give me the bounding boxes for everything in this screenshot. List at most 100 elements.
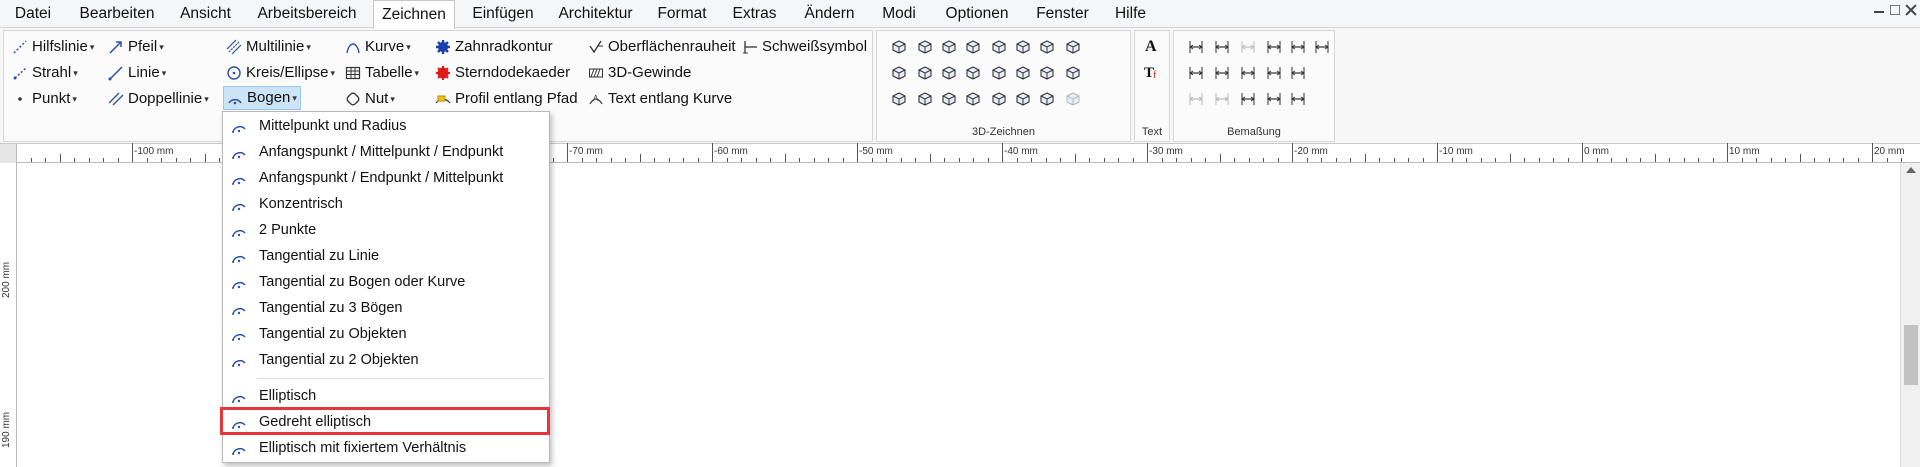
scroll-thumb[interactable] (1904, 325, 1918, 385)
plane-icon[interactable] (989, 63, 1009, 83)
extrude-icon[interactable] (889, 37, 909, 57)
ruler-minor-tick (204, 154, 206, 162)
ruler-minor-tick (755, 158, 757, 162)
punkt-button[interactable]: Punkt ▾ (12, 88, 77, 110)
cone-icon[interactable] (1013, 37, 1033, 57)
nut-button[interactable]: Nut ▾ (345, 88, 395, 110)
menu-item-arc-rotated-elliptical[interactable]: Gedreht elliptisch (223, 410, 549, 436)
ruler-major-tick (712, 143, 713, 162)
menu-extras[interactable]: Extras (727, 0, 782, 28)
oberflaeche-button[interactable]: Oberflächenrauheit (588, 36, 736, 58)
dim-chain-icon[interactable] (1238, 63, 1258, 83)
menu-architektur[interactable]: Architektur (553, 0, 638, 28)
sphere-icon[interactable] (1063, 63, 1083, 83)
dim-baseline-icon[interactable] (1212, 63, 1232, 83)
loft-icon[interactable] (1013, 89, 1033, 109)
zahnrad-button[interactable]: Zahnradkontur (435, 36, 553, 58)
menu-aendern[interactable]: Ändern (797, 0, 862, 28)
linie-button[interactable]: Linie ▾ (108, 62, 166, 84)
cube-icon[interactable] (889, 89, 909, 109)
torus-icon[interactable] (963, 63, 983, 83)
doppellinie-button[interactable]: Doppellinie ▾ (108, 88, 209, 110)
spring-icon[interactable] (939, 63, 959, 83)
dim-diameter-icon[interactable] (1264, 63, 1284, 83)
pfeil-button[interactable]: Pfeil ▾ (108, 36, 164, 58)
dim-disabled-icon[interactable] (1238, 37, 1258, 57)
sterndodekaeder-button[interactable]: Sterndodekaeder (435, 62, 570, 84)
menu-item-arc-tangent-objects[interactable]: Tangential zu Objekten (223, 322, 549, 348)
text-icon[interactable]: A (1142, 35, 1162, 55)
box-icon[interactable] (939, 37, 959, 57)
minimize-icon[interactable] (1872, 3, 1886, 17)
scroll-up-icon[interactable] (1906, 167, 1916, 173)
menu-item-arc-concentric[interactable]: Konzentrisch (223, 192, 549, 218)
pyramid-icon[interactable] (1037, 63, 1057, 83)
disabled-3d-icon[interactable] (1063, 89, 1083, 109)
menu-item-arc-start-end-center[interactable]: Anfangspunkt / Endpunkt / Mittelpunkt (223, 166, 549, 192)
kurve-button[interactable]: Kurve ▾ (345, 36, 411, 58)
menu-modi[interactable]: Modi (875, 0, 923, 28)
multilinie-button[interactable]: Multilinie ▾ (226, 36, 311, 58)
ruler-corner[interactable] (0, 144, 17, 163)
close-icon[interactable] (1904, 3, 1918, 17)
dim-edit-icon[interactable] (1288, 89, 1308, 109)
ellipsoid-icon[interactable] (915, 63, 935, 83)
tabelle-button[interactable]: Tabelle ▾ (345, 62, 419, 84)
sweep-icon[interactable] (889, 63, 909, 83)
menu-item-arc-start-center-end[interactable]: Anfangspunkt / Mittelpunkt / Endpunkt (223, 140, 549, 166)
strahl-button[interactable]: Strahl ▾ (12, 62, 78, 84)
menu-item-arc-center-radius[interactable]: Mittelpunkt und Radius (223, 114, 549, 140)
wedge-icon[interactable] (963, 37, 983, 57)
menu-bearbeiten[interactable]: Bearbeiten (72, 0, 162, 28)
menu-einfuegen[interactable]: Einfügen (468, 0, 538, 28)
gewinde-button[interactable]: 3D-Gewinde (588, 62, 691, 84)
ruler-minor-tick (1596, 158, 1598, 162)
mesh-icon[interactable] (1037, 89, 1057, 109)
menu-fenster[interactable]: Fenster (1030, 0, 1095, 28)
surface-icon[interactable] (1013, 63, 1033, 83)
menu-ansicht[interactable]: Ansicht (173, 0, 238, 28)
dim-break-icon[interactable] (1264, 89, 1284, 109)
revolve-icon[interactable] (915, 37, 935, 57)
dim-aligned-icon[interactable] (1212, 37, 1232, 57)
prism-icon[interactable] (989, 89, 1009, 109)
text-format-icon[interactable]: Tf (1142, 61, 1162, 81)
menu-zeichnen[interactable]: Zeichnen (373, 0, 455, 29)
menu-datei[interactable]: Datei (8, 0, 58, 28)
menu-item-arc-fixed-ratio[interactable]: Elliptisch mit fixiertem Verhältnis (223, 436, 549, 462)
profil-button[interactable]: Profil entlang Pfad (435, 88, 578, 110)
vertical-scrollbar[interactable] (1900, 163, 1920, 467)
bend-icon[interactable] (1037, 37, 1057, 57)
dim-radius-icon[interactable] (1264, 37, 1284, 57)
cylinder-icon[interactable] (989, 37, 1009, 57)
menu-item-arc-tangent-arc[interactable]: Tangential zu Bogen oder Kurve (223, 270, 549, 296)
schweiss-button[interactable]: Schweißsymbol (742, 36, 867, 58)
dim-angle-icon[interactable] (1288, 37, 1308, 57)
menu-optionen[interactable]: Optionen (938, 0, 1016, 28)
grid-icon[interactable] (963, 89, 983, 109)
dim-leader-icon[interactable] (1186, 89, 1206, 109)
menu-arbeitsbereich[interactable]: Arbeitsbereich (252, 0, 362, 28)
bogen-button[interactable]: Bogen ▾ (223, 86, 301, 110)
dim-ordinate-icon[interactable] (1312, 37, 1332, 57)
polyhedron-icon[interactable] (1063, 37, 1083, 57)
menu-item-arc-elliptical[interactable]: Elliptisch (223, 384, 549, 410)
tetra-icon[interactable] (915, 89, 935, 109)
textkurve-button[interactable]: A Text entlang Kurve (588, 88, 732, 110)
menu-item-arc-tangent-three[interactable]: Tangential zu 3 Bögen (223, 296, 549, 322)
menu-hilfe[interactable]: Hilfe (1108, 0, 1153, 28)
menu-item-arc-two-points[interactable]: 2 Punkte (223, 218, 549, 244)
menu-item-arc-tangent-two-objects[interactable]: Tangential zu 2 Objekten (223, 348, 549, 374)
dim-center-icon[interactable] (1238, 89, 1258, 109)
menu-item-arc-tangent-line[interactable]: Tangential zu Linie (223, 244, 549, 270)
barrel-icon[interactable] (939, 89, 959, 109)
menu-format[interactable]: Format (652, 0, 712, 28)
dim-rotated-icon[interactable] (1186, 63, 1206, 83)
dim-arc-icon[interactable] (1288, 63, 1308, 83)
dim-tolerance-icon[interactable] (1212, 89, 1232, 109)
restore-icon[interactable] (1890, 5, 1900, 15)
dim-linear-icon[interactable] (1186, 37, 1206, 57)
kreis-button[interactable]: Kreis/Ellipse ▾ (226, 62, 335, 84)
hilfslinie-button[interactable]: Hilfslinie ▾ (12, 36, 94, 58)
ruler-minor-tick (1277, 158, 1279, 162)
